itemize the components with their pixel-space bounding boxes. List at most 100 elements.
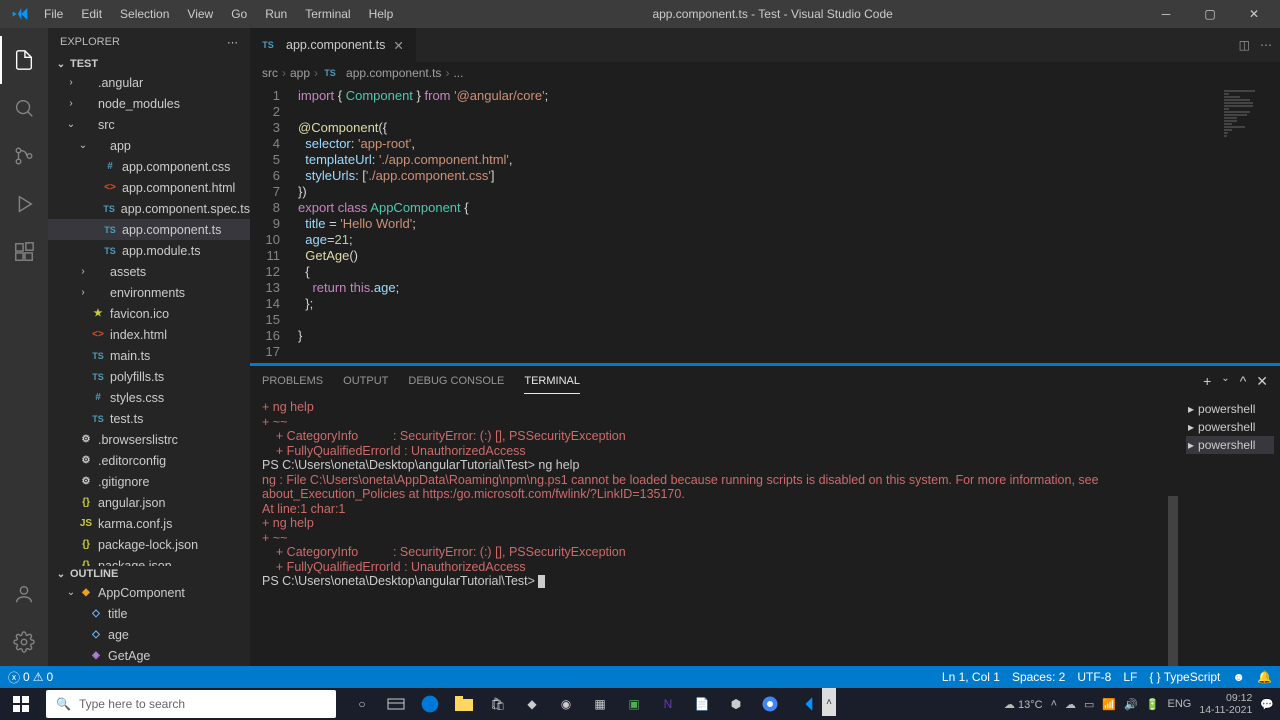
menu-selection[interactable]: Selection [112,3,177,25]
cortana-icon[interactable]: ○ [346,688,378,720]
close-button[interactable]: ✕ [1232,0,1276,28]
tree-item[interactable]: ›environments [48,282,250,303]
tree-item[interactable]: <>app.component.html [48,177,250,198]
outline-member[interactable]: ◇title [48,603,250,624]
feedback-icon[interactable]: ☻ [1232,670,1245,684]
store-icon[interactable]: 🛍 [482,688,514,720]
breadcrumb[interactable]: src› app› TSapp.component.ts› ... [250,62,1280,84]
tab-more-icon[interactable]: ⋯ [1260,38,1272,52]
file-explorer-icon[interactable] [448,688,480,720]
indent[interactable]: Spaces: 2 [1012,670,1065,684]
tree-item[interactable]: ⌄app [48,135,250,156]
tree-item[interactable]: ⚙.gitignore [48,471,250,492]
tree-item[interactable]: ›assets [48,261,250,282]
tray-language[interactable]: ENG [1168,698,1192,710]
weather-widget[interactable]: ☁ 13°C [1004,698,1043,711]
minimize-button[interactable]: ─ [1144,0,1188,28]
eol[interactable]: LF [1123,670,1137,684]
search-icon[interactable] [0,84,48,132]
menu-view[interactable]: View [179,3,221,25]
tab-debug-console[interactable]: DEBUG CONSOLE [408,369,504,393]
tree-item[interactable]: TSapp.component.ts [48,219,250,240]
tree-item[interactable]: ›node_modules [48,93,250,114]
menu-run[interactable]: Run [257,3,295,25]
project-section[interactable]: ⌄TEST [48,56,250,72]
terminal-list-item[interactable]: ▸powershell [1186,400,1274,418]
tree-item[interactable]: ⌄src [48,114,250,135]
tree-item[interactable]: ⚙.browserslistrc [48,429,250,450]
tray-onedrive-icon[interactable]: ☁ [1065,698,1076,711]
accounts-icon[interactable] [0,570,48,618]
extensions-icon[interactable] [0,228,48,276]
source-control-icon[interactable] [0,132,48,180]
terminal-list-item[interactable]: ▸powershell [1186,418,1274,436]
tab-terminal[interactable]: TERMINAL [524,369,580,394]
tree-item[interactable]: ★favicon.ico [48,303,250,324]
terminal-scrollbar[interactable] [1168,496,1178,666]
tree-item[interactable]: TSpolyfills.ts [48,366,250,387]
outline-section[interactable]: ⌄OUTLINE [48,566,250,582]
tree-item[interactable]: <>index.html [48,324,250,345]
menu-file[interactable]: File [36,3,71,25]
outline-class[interactable]: ⌄◆AppComponent [48,582,250,603]
taskbar-search[interactable]: 🔍 Type here to search [46,690,336,718]
tree-item[interactable]: ⚙.editorconfig [48,450,250,471]
tab-problems[interactable]: PROBLEMS [262,369,323,393]
menu-help[interactable]: Help [361,3,402,25]
tray-wifi-icon[interactable]: 📶 [1102,698,1116,711]
app-icon-3[interactable]: ▦ [584,688,616,720]
tray-chevron-icon[interactable]: ˄ [1051,698,1057,710]
tray-volume-icon[interactable]: 🔊 [1124,698,1138,711]
tree-item[interactable]: TSmain.ts [48,345,250,366]
editor-tab[interactable]: TS app.component.ts ✕ [250,28,417,62]
tray-battery-icon[interactable]: 🔋 [1146,698,1160,711]
status-errors[interactable]: ⓧ0 ⚠0 [8,669,53,686]
chrome-icon[interactable] [754,688,786,720]
settings-gear-icon[interactable] [0,618,48,666]
run-debug-icon[interactable] [0,180,48,228]
maximize-panel-icon[interactable]: ^ [1240,373,1247,390]
more-icon[interactable]: ⋯ [227,36,238,49]
explorer-icon[interactable] [0,36,48,84]
outline-member[interactable]: ◈GetAge [48,645,250,666]
vscode-taskbar-icon[interactable] [788,688,820,720]
menu-edit[interactable]: Edit [73,3,110,25]
app-icon-6[interactable]: 📄 [686,688,718,720]
notifications-icon[interactable]: 🔔 [1257,670,1272,684]
cursor-position[interactable]: Ln 1, Col 1 [942,670,1000,684]
minimap[interactable] [1220,84,1280,363]
menu-go[interactable]: Go [223,3,255,25]
task-view-icon[interactable] [380,688,412,720]
outline-member[interactable]: ◇age [48,624,250,645]
terminal-output[interactable]: + ng help + ~~ + CategoryInfo : Security… [250,396,1180,666]
app-icon-2[interactable]: ◉ [550,688,582,720]
tree-item[interactable]: JSkarma.conf.js [48,513,250,534]
language-mode[interactable]: { } TypeScript [1149,670,1220,684]
app-icon-5[interactable]: N [652,688,684,720]
notification-center-icon[interactable]: 💬 [1260,698,1274,711]
clock[interactable]: 09:1214-11-2021 [1199,692,1252,716]
tray-meet-icon[interactable]: ▭ [1084,698,1094,711]
app-icon-4[interactable]: ▣ [618,688,650,720]
overflow-up-icon[interactable]: ˄ [822,688,836,716]
tree-item[interactable]: ›.angular [48,72,250,93]
tree-item[interactable]: TSapp.component.spec.ts [48,198,250,219]
menu-terminal[interactable]: Terminal [297,3,358,25]
tree-item[interactable]: #app.component.css [48,156,250,177]
tree-item[interactable]: {}package-lock.json [48,534,250,555]
terminal-list-item[interactable]: ▸powershell [1186,436,1274,454]
tree-item[interactable]: TSapp.module.ts [48,240,250,261]
tab-close-icon[interactable]: ✕ [391,38,405,53]
split-editor-icon[interactable]: ◫ [1239,38,1250,52]
edge-icon[interactable] [414,688,446,720]
maximize-button[interactable]: ▢ [1188,0,1232,28]
code-editor[interactable]: 1234567891011121314151617 import { Compo… [250,84,1280,363]
start-button[interactable] [0,688,42,720]
tab-output[interactable]: OUTPUT [343,369,388,393]
encoding[interactable]: UTF-8 [1077,670,1111,684]
tree-item[interactable]: TStest.ts [48,408,250,429]
app-icon-7[interactable]: ⬢ [720,688,752,720]
new-terminal-icon[interactable]: + [1203,373,1211,390]
tree-item[interactable]: {}angular.json [48,492,250,513]
close-panel-icon[interactable]: ✕ [1256,373,1268,390]
